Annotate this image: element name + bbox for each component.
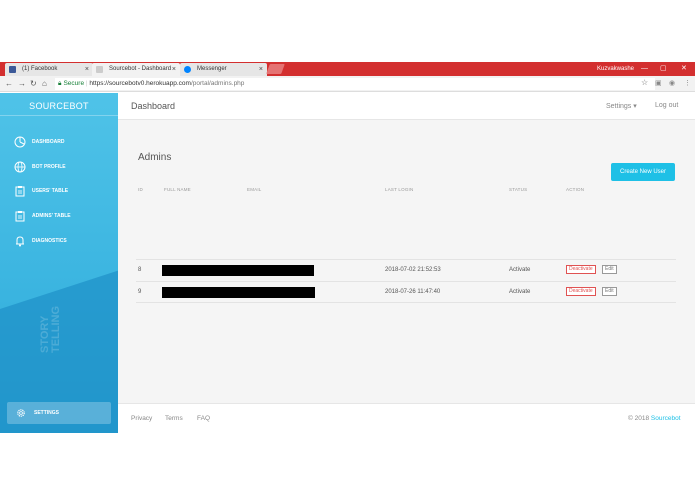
column-header-last-login: LAST LOGIN — [385, 187, 414, 192]
redacted-name-email — [162, 265, 314, 276]
cell-last-login: 2018-07-02 21:52:53 — [385, 267, 441, 273]
forward-icon[interactable]: → — [18, 78, 26, 90]
reload-icon[interactable]: ↻ — [30, 78, 37, 90]
menu-kebab-icon[interactable]: ⋮ — [684, 78, 691, 90]
maximize-icon[interactable]: ▢ — [660, 62, 667, 76]
sidebar-item-label: DIAGNOSTICS — [32, 238, 67, 244]
column-header-id: ID — [138, 187, 143, 192]
column-header-email: EMAIL — [247, 187, 262, 192]
minimize-icon[interactable]: — — [641, 62, 648, 76]
sidebar-item-label: DASHBOARD — [32, 139, 65, 145]
privacy-link[interactable]: Privacy — [131, 415, 152, 422]
cell-status: Activate — [509, 267, 531, 273]
tab-messenger[interactable]: Messenger × — [180, 63, 267, 76]
copyright: © 2018 Sourcebot — [628, 415, 681, 422]
copyright-brand-link[interactable]: Sourcebot — [651, 415, 681, 422]
top-navbar: Dashboard Settings ▾ Log out — [118, 93, 695, 120]
divider — [0, 115, 118, 116]
sidebar-item-label: USERS' TABLE — [32, 188, 69, 194]
tab-label: Sourcebot - Dashboard — [109, 66, 172, 72]
deactivate-button[interactable]: Deactivate — [566, 287, 596, 296]
sidebar-brand[interactable]: SOURCEBOT — [0, 101, 118, 111]
globe-icon — [14, 161, 26, 173]
gear-icon — [17, 409, 25, 417]
browser-window: (1) Facebook × Sourcebot - Dashboard × M… — [0, 62, 695, 433]
tab-label: (1) Facebook — [22, 66, 58, 72]
extension-icon[interactable]: ▣ — [655, 78, 662, 90]
redacted-name-email — [162, 287, 315, 298]
sidebar-item-admins-table[interactable]: ADMINS' TABLE — [12, 208, 112, 224]
cell-status: Activate — [509, 289, 531, 295]
extension-icon[interactable]: ◉ — [669, 78, 675, 90]
secure-label: Secure — [63, 80, 85, 87]
copyright-text: © 2018 — [628, 415, 650, 422]
terms-link[interactable]: Terms — [165, 415, 183, 422]
home-icon[interactable]: ⌂ — [42, 78, 47, 90]
close-tab-icon[interactable]: × — [259, 63, 263, 76]
edit-button[interactable]: Edit — [602, 265, 617, 274]
deactivate-button[interactable]: Deactivate — [566, 265, 596, 274]
clipboard-icon — [15, 186, 25, 197]
create-new-user-button[interactable]: Create New User — [611, 163, 675, 181]
settings-dropdown[interactable]: Settings ▾ — [606, 102, 637, 110]
column-header-action: ACTION — [566, 187, 585, 192]
lock-icon: 🔒︎ — [58, 80, 62, 87]
table-row: 8 2018-07-02 21:52:53 Activate Deactivat… — [136, 259, 676, 281]
column-header-full-name: FULL NAME — [164, 187, 191, 192]
url-host: https://sourcebotv0.herokuapp.com — [89, 80, 191, 87]
bell-icon — [16, 236, 24, 247]
sidebar-item-label: BOT PROFILE — [32, 164, 66, 170]
sidebar-item-diagnostics[interactable]: DIAGNOSTICS — [12, 233, 112, 249]
column-header-status: STATUS — [509, 187, 528, 192]
story-telling-watermark: STORY TELLING — [39, 305, 62, 353]
messenger-icon — [184, 66, 191, 73]
sidebar-item-bot-profile[interactable]: BOT PROFILE — [12, 159, 112, 175]
profile-name[interactable]: Kuzvakwashe — [597, 62, 634, 76]
sidebar: SOURCEBOT DASHBOARD BOT PROFILE USERS' T… — [0, 93, 118, 433]
back-icon[interactable]: ← — [5, 78, 13, 90]
main-content: Dashboard Settings ▾ Log out Admins Crea… — [118, 93, 695, 433]
url-path: /portal/admins.php — [190, 80, 245, 87]
sidebar-item-label: ADMINS' TABLE — [32, 213, 71, 219]
clipboard-icon — [15, 211, 25, 222]
tab-label: Messenger — [197, 66, 227, 72]
tab-bar: (1) Facebook × Sourcebot - Dashboard × M… — [0, 62, 695, 76]
footer: Privacy Terms FAQ © 2018 Sourcebot — [118, 403, 695, 433]
edit-button[interactable]: Edit — [602, 287, 617, 296]
faq-link[interactable]: FAQ — [197, 415, 210, 422]
cell-id: 9 — [138, 289, 142, 295]
sidebar-item-label: SETTINGS — [34, 410, 60, 416]
page-title: Dashboard — [131, 101, 176, 111]
sidebar-item-settings[interactable]: SETTINGS — [7, 402, 111, 424]
tab-sourcebot-dashboard[interactable]: Sourcebot - Dashboard × — [92, 63, 180, 76]
cell-id: 8 — [138, 267, 142, 273]
page-icon — [96, 66, 103, 73]
pie-chart-icon — [14, 136, 26, 148]
address-bar: ← → ↻ ⌂ 🔒︎ Secure | https://sourcebotv0.h… — [0, 76, 695, 92]
sidebar-item-dashboard[interactable]: DASHBOARD — [12, 134, 112, 150]
tab-facebook[interactable]: (1) Facebook × — [5, 63, 93, 76]
close-tab-icon[interactable]: × — [172, 63, 176, 76]
url-input[interactable]: 🔒︎ Secure | https://sourcebotv0.herokuapp… — [55, 78, 655, 90]
sidebar-item-users-table[interactable]: USERS' TABLE — [12, 183, 112, 199]
new-tab-button[interactable] — [266, 64, 285, 74]
logout-link[interactable]: Log out — [655, 102, 678, 109]
bookmark-star-icon[interactable]: ☆ — [641, 78, 648, 87]
section-title: Admins — [138, 152, 172, 163]
table-row: 9 2018-07-26 11:47:40 Activate Deactivat… — [136, 281, 676, 303]
cell-last-login: 2018-07-26 11:47:40 — [385, 289, 441, 295]
close-tab-icon[interactable]: × — [85, 63, 89, 76]
facebook-icon — [9, 66, 16, 73]
close-window-icon[interactable]: ✕ — [681, 62, 687, 76]
